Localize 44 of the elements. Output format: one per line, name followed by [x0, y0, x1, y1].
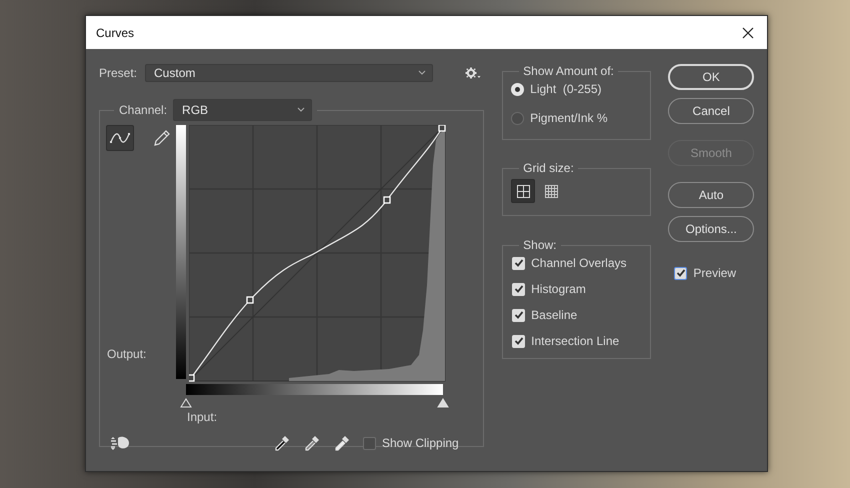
checkbox[interactable]: Show Clipping	[363, 436, 459, 450]
checkbox[interactable]: Baseline	[512, 308, 578, 322]
output-label: Output:	[107, 347, 148, 361]
checkmark-icon	[676, 268, 686, 278]
checkbox[interactable]: Preview	[674, 266, 754, 280]
channel-dropdown[interactable]: RGB	[173, 99, 312, 121]
group-title: Show Amount of:	[522, 64, 615, 78]
input-slider-handle[interactable]	[437, 398, 449, 408]
curve-icon	[109, 130, 131, 146]
caret-icon	[418, 70, 426, 76]
dialog-button[interactable]: Options...	[668, 216, 754, 242]
checkbox[interactable]: Histogram	[512, 282, 586, 296]
checkbox[interactable]: Intersection Line	[512, 334, 620, 348]
checkbox[interactable]: Channel Overlays	[512, 256, 627, 270]
dialog-button[interactable]: Auto	[668, 182, 754, 208]
checkmark-icon	[514, 258, 524, 268]
checkmark-icon	[514, 284, 524, 294]
preset-dropdown[interactable]: Custom	[145, 64, 434, 82]
grid-icon	[516, 184, 530, 198]
control-point[interactable]	[189, 374, 195, 382]
dialog-button[interactable]: Cancel	[668, 98, 754, 124]
checkmark-icon	[514, 310, 524, 320]
input-slider-handle[interactable]	[180, 398, 192, 408]
gear-icon[interactable]	[465, 67, 482, 79]
radio-button[interactable]: Light (0-255)	[511, 82, 602, 96]
input-label: Input:	[187, 410, 218, 424]
group-title: Show:	[522, 238, 558, 252]
curve-tool-button[interactable]	[106, 125, 134, 151]
group-title: Grid size:	[522, 161, 575, 175]
grid-icon	[544, 184, 558, 198]
caret-icon	[297, 107, 306, 113]
eyedropper-icon[interactable]	[333, 434, 351, 452]
dialog-button[interactable]: OK	[668, 64, 754, 90]
window-title: Curves	[96, 26, 134, 40]
control-point[interactable]	[383, 196, 391, 204]
control-point[interactable]	[438, 125, 446, 132]
checkmark-icon	[514, 336, 524, 346]
radio-button[interactable]: Pigment/Ink %	[511, 111, 608, 125]
coarse-grid-button[interactable]	[511, 179, 536, 203]
eyedropper-icon[interactable]	[273, 434, 291, 452]
pencil-icon	[152, 128, 172, 148]
preset-label: Preset:	[99, 66, 138, 80]
channel-label: Channel:	[119, 103, 168, 117]
control-point[interactable]	[246, 296, 254, 304]
